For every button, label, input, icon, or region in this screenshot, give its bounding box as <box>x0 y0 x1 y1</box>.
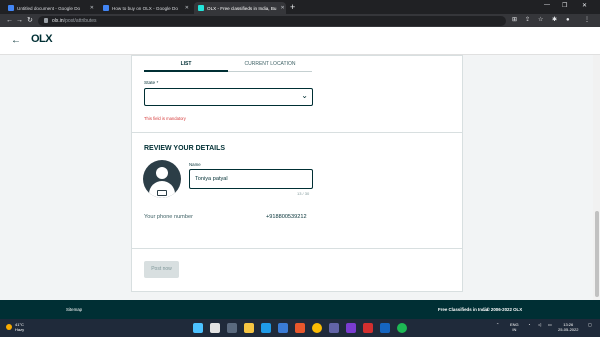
windows-start-icon[interactable] <box>193 323 203 333</box>
minimize-icon[interactable]: — <box>544 2 550 8</box>
divider <box>132 248 462 249</box>
location-tabs: LIST CURRENT LOCATION <box>144 59 312 72</box>
extensions-icon[interactable]: ✱ <box>552 16 557 25</box>
spotify-icon[interactable] <box>397 323 407 333</box>
sitemap-link[interactable]: Sitemap <box>66 307 82 312</box>
name-field[interactable]: Toniya patyal <box>189 169 313 189</box>
profile-icon[interactable]: ● <box>566 16 570 25</box>
forward-arrow-icon[interactable]: → <box>16 15 23 26</box>
language-indicator[interactable]: ENG IN <box>510 322 519 332</box>
menu-icon[interactable]: ⋮ <box>584 16 590 25</box>
olx-header: ← OLX <box>0 27 600 55</box>
state-select[interactable]: ⌄ <box>144 88 313 106</box>
name-char-counter: 13 / 30 <box>297 191 310 196</box>
free-classifieds-link[interactable]: Free Classifieds in India <box>438 307 488 312</box>
file-explorer-icon[interactable] <box>244 323 254 333</box>
region: IN <box>512 327 517 332</box>
close-tab-icon[interactable]: ✕ <box>181 5 189 11</box>
state-error-message: This field is mandatory <box>144 116 186 121</box>
new-tab-button[interactable]: + <box>290 2 295 12</box>
app-icon[interactable] <box>329 323 339 333</box>
translate-icon[interactable]: ⊞ <box>512 16 517 25</box>
chevron-down-icon: ⌄ <box>301 91 308 100</box>
lock-icon <box>44 18 48 23</box>
state-label: State * <box>144 81 159 86</box>
search-icon[interactable] <box>210 323 220 333</box>
app-icon[interactable] <box>346 323 356 333</box>
docs-favicon-icon <box>8 5 14 11</box>
notification-icon[interactable]: ▢ <box>588 322 592 327</box>
post-form-card: LIST CURRENT LOCATION State * ⌄ This fie… <box>131 55 463 292</box>
tab-title: How to buy on OLX - Google Do <box>112 5 178 11</box>
url-path: /post/attributes <box>63 17 97 24</box>
tray-chevron-icon[interactable]: ⌃ <box>496 322 499 327</box>
site-footer: Sitemap Free Classifieds in India . © 20… <box>0 300 600 319</box>
tab-current-location[interactable]: CURRENT LOCATION <box>228 61 312 72</box>
copyright-text: . © 2006-2022 OLX <box>484 307 523 312</box>
browser-tab[interactable]: How to buy on OLX - Google Do ✕ <box>99 2 193 14</box>
close-window-icon[interactable]: ✕ <box>582 2 587 9</box>
close-tab-icon[interactable]: ✕ <box>276 5 284 11</box>
camera-icon[interactable] <box>157 190 167 196</box>
browser-tab[interactable]: Untitled document - Google Do ✕ <box>4 2 98 14</box>
address-bar[interactable]: olx.in /post/attributes <box>38 15 506 26</box>
clock[interactable]: 13:26 25-05-2022 <box>558 322 578 332</box>
store-icon[interactable] <box>278 323 288 333</box>
windows-taskbar: 41°C Hazy ⌃ ENG IN ◔ ◁ ▭ 13:26 25-05-202… <box>0 319 600 337</box>
tab-list[interactable]: LIST <box>144 61 228 72</box>
share-icon[interactable]: ⇪ <box>525 16 530 25</box>
browser-tab-active[interactable]: OLX - Free classifieds in India, Bu ✕ <box>194 2 286 14</box>
olx-logo[interactable]: OLX <box>31 33 53 45</box>
page-scrollbar-thumb[interactable] <box>595 211 599 297</box>
avatar-head-icon <box>156 167 168 179</box>
battery-icon[interactable]: ▭ <box>548 322 552 327</box>
url-host: olx.in <box>52 17 64 24</box>
app-icon[interactable] <box>363 323 373 333</box>
wifi-icon[interactable]: ◔ <box>528 322 530 327</box>
volume-icon[interactable]: ◁ <box>538 322 541 327</box>
weather-text: Hazy <box>15 327 25 332</box>
date: 25-05-2022 <box>558 327 579 332</box>
post-now-button[interactable]: Post now <box>144 261 179 278</box>
olx-favicon-icon <box>198 5 204 11</box>
maximize-icon[interactable]: ❐ <box>562 2 567 9</box>
app-icon[interactable] <box>380 323 390 333</box>
sun-icon <box>6 324 12 330</box>
phone-value: +918800539212 <box>266 214 307 220</box>
tab-title: OLX - Free classifieds in India, Bu <box>207 5 277 11</box>
back-icon[interactable]: ← <box>11 35 21 46</box>
reload-icon[interactable]: ↻ <box>27 15 33 26</box>
divider <box>132 132 462 133</box>
bookmark-star-icon[interactable]: ☆ <box>538 16 543 25</box>
phone-label: Your phone number <box>144 214 193 220</box>
tab-title: Untitled document - Google Do <box>17 5 81 11</box>
close-tab-icon[interactable]: ✕ <box>86 5 94 11</box>
docs-favicon-icon <box>103 5 109 11</box>
chrome-icon[interactable] <box>312 323 322 333</box>
office-icon[interactable] <box>295 323 305 333</box>
browser-toolbar: ← → ↻ olx.in /post/attributes ⊞ ⇪ ☆ ✱ ● … <box>0 14 600 27</box>
edge-icon[interactable] <box>261 323 271 333</box>
review-heading: REVIEW YOUR DETAILS <box>144 145 226 152</box>
avatar[interactable] <box>143 160 181 198</box>
name-label: Name <box>189 162 201 167</box>
back-arrow-icon[interactable]: ← <box>6 15 13 26</box>
browser-tab-bar: Untitled document - Google Do ✕ How to b… <box>0 0 600 14</box>
task-view-icon[interactable] <box>227 323 237 333</box>
